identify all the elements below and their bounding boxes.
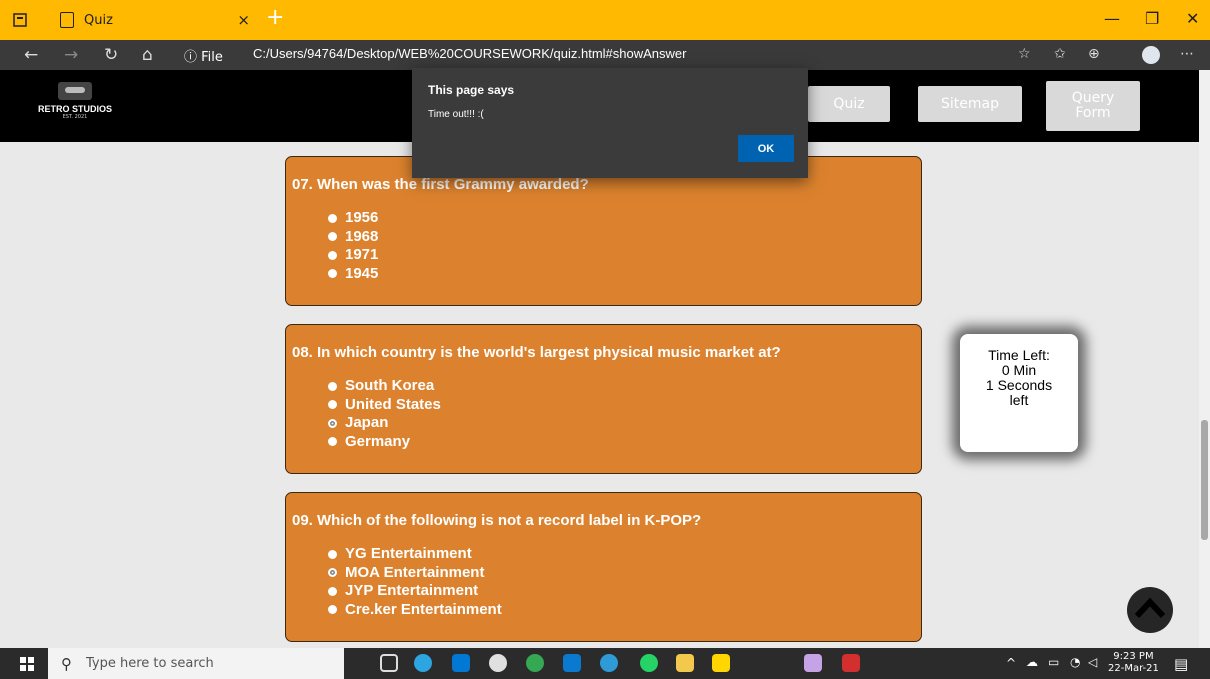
timer-seconds: 1 Seconds	[985, 377, 1053, 393]
app-icon[interactable]	[804, 654, 822, 672]
close-tab-icon[interactable]: ×	[237, 11, 250, 29]
radio-button-selected[interactable]	[328, 568, 337, 578]
notification-icon[interactable]: ▤	[1174, 655, 1188, 673]
whatsapp-icon[interactable]	[640, 654, 658, 672]
media-player-icon[interactable]	[489, 654, 507, 672]
file-explorer-icon[interactable]	[676, 654, 694, 672]
answer-option[interactable]: MOA Entertainment	[328, 564, 502, 583]
question-text: 08. In which country is the world's larg…	[292, 344, 781, 361]
answer-option[interactable]: Germany	[328, 433, 441, 452]
clock[interactable]: 9:23 PM 22-Mar-21	[1108, 651, 1159, 675]
radio-button[interactable]	[328, 586, 337, 596]
url-field[interactable]: C:/Users/94764/Desktop/WEB%20COURSEWORK/…	[253, 46, 686, 61]
question-card: 07. When was the first Grammy awarded? 1…	[285, 156, 922, 306]
answer-option[interactable]: Japan	[328, 414, 441, 433]
add-favorite-icon[interactable]: ☆	[1018, 46, 1031, 62]
edge-icon[interactable]	[600, 654, 618, 672]
back-icon[interactable]: ←	[24, 45, 38, 65]
sticky-notes-icon[interactable]	[712, 654, 730, 672]
answer-option[interactable]: 1956	[328, 209, 378, 228]
search-icon: ⚲	[61, 655, 72, 673]
question-text: 07. When was the first Grammy awarded?	[292, 176, 589, 193]
question-text: 09. Which of the following is not a reco…	[292, 512, 702, 529]
timer-minutes: 0 Min	[1001, 362, 1037, 378]
chevron-up-icon[interactable]: ^	[1006, 656, 1016, 670]
clock-date: 22-Mar-21	[1108, 663, 1159, 674]
browser-window: Quiz × + — ❐ ✕ ← → ↻ ⌂ ⓘ File C:/Users/9…	[0, 0, 1210, 679]
dialog-message: Time out!!! :(	[428, 109, 484, 120]
chevron-up-icon	[1134, 597, 1166, 619]
site-logo[interactable]: RETRO STUDIOS EST. 2021	[30, 82, 120, 130]
tab-actions-icon[interactable]	[8, 8, 32, 32]
countdown-timer: Time Left: 0 Min 1 Seconds left	[960, 334, 1078, 452]
answer-option[interactable]: JYP Entertainment	[328, 582, 502, 601]
close-window-icon[interactable]: ✕	[1186, 9, 1199, 28]
search-placeholder: Type here to search	[86, 656, 214, 671]
profile-avatar[interactable]	[1142, 46, 1160, 64]
site-info[interactable]: ⓘ File	[184, 46, 223, 65]
answer-option[interactable]: Cre.ker Entertainment	[328, 601, 502, 620]
cloud-icon[interactable]: ☁	[1026, 655, 1038, 669]
task-view-icon[interactable]	[380, 654, 398, 672]
nav-quiz-button[interactable]: Quiz	[808, 86, 890, 122]
radio-button[interactable]	[328, 269, 337, 279]
page-scrollbar[interactable]	[1199, 70, 1210, 648]
brand-est: EST. 2021	[62, 114, 88, 120]
brand-name: RETRO STUDIOS	[37, 104, 112, 114]
radio-button-selected[interactable]	[328, 418, 337, 428]
home-icon[interactable]: ⌂	[142, 45, 153, 65]
tab-title: Quiz	[84, 12, 113, 28]
nav-sitemap-button[interactable]: Sitemap	[918, 86, 1022, 122]
radio-button[interactable]	[328, 250, 337, 260]
browser-tab[interactable]: Quiz ×	[48, 0, 260, 40]
scrollbar-thumb[interactable]	[1201, 420, 1208, 540]
refresh-icon[interactable]: ↻	[104, 45, 118, 65]
radio-button[interactable]	[328, 549, 337, 559]
dialog-title: This page says	[428, 83, 515, 97]
question-card: 08. In which country is the world's larg…	[285, 324, 922, 474]
radio-button[interactable]	[328, 381, 337, 391]
scroll-to-top-button[interactable]	[1127, 587, 1173, 633]
favorites-icon[interactable]: ✩	[1054, 46, 1066, 62]
taskbar: ⚲ Type here to search ^ ☁ ▭ ◔ ◁ 9:23 PM …	[0, 648, 1210, 679]
restore-icon[interactable]: ❐	[1145, 9, 1159, 28]
radio-button[interactable]	[328, 232, 337, 242]
forward-icon[interactable]: →	[64, 45, 78, 65]
answer-option[interactable]: United States	[328, 396, 441, 415]
wifi-icon[interactable]: ◔	[1070, 655, 1080, 669]
alert-dialog: This page says Time out!!! :( OK	[412, 68, 808, 178]
nav-query-form-button[interactable]: Query Form	[1046, 81, 1140, 131]
telegram-icon[interactable]	[414, 654, 432, 672]
radio-button[interactable]	[328, 605, 337, 615]
page-icon	[60, 12, 74, 28]
timer-suffix: left	[1009, 392, 1029, 408]
taskbar-search[interactable]: ⚲ Type here to search	[48, 648, 344, 679]
ok-button[interactable]: OK	[738, 135, 794, 162]
collections-icon[interactable]: ⊕	[1088, 46, 1100, 62]
radio-button[interactable]	[328, 400, 337, 410]
clock-time: 9:23 PM	[1113, 651, 1154, 662]
chrome-icon[interactable]	[526, 654, 544, 672]
address-bar: ← → ↻ ⌂ ⓘ File C:/Users/94764/Desktop/WE…	[0, 40, 1210, 70]
radio-button[interactable]	[328, 213, 337, 223]
minimize-icon[interactable]: —	[1104, 9, 1120, 28]
cassette-icon	[58, 82, 92, 100]
question-card: 09. Which of the following is not a reco…	[285, 492, 922, 642]
new-tab-button[interactable]: +	[266, 5, 284, 30]
answer-option[interactable]: South Korea	[328, 377, 441, 396]
vscode-icon[interactable]	[563, 654, 581, 672]
volume-icon[interactable]: ◁	[1088, 655, 1097, 669]
windows-start-icon[interactable]	[20, 657, 34, 671]
timer-label: Time Left:	[988, 347, 1050, 363]
battery-icon[interactable]: ▭	[1048, 655, 1059, 669]
answer-option[interactable]: 1945	[328, 265, 378, 284]
more-menu-icon[interactable]: ⋯	[1180, 46, 1194, 62]
answer-option[interactable]: YG Entertainment	[328, 545, 502, 564]
mail-icon[interactable]	[452, 654, 470, 672]
acrobat-icon[interactable]	[842, 654, 860, 672]
answer-option[interactable]: 1968	[328, 228, 378, 247]
radio-button[interactable]	[328, 437, 337, 447]
answer-option[interactable]: 1971	[328, 246, 378, 265]
tab-bar: Quiz × + — ❐ ✕	[0, 0, 1210, 40]
